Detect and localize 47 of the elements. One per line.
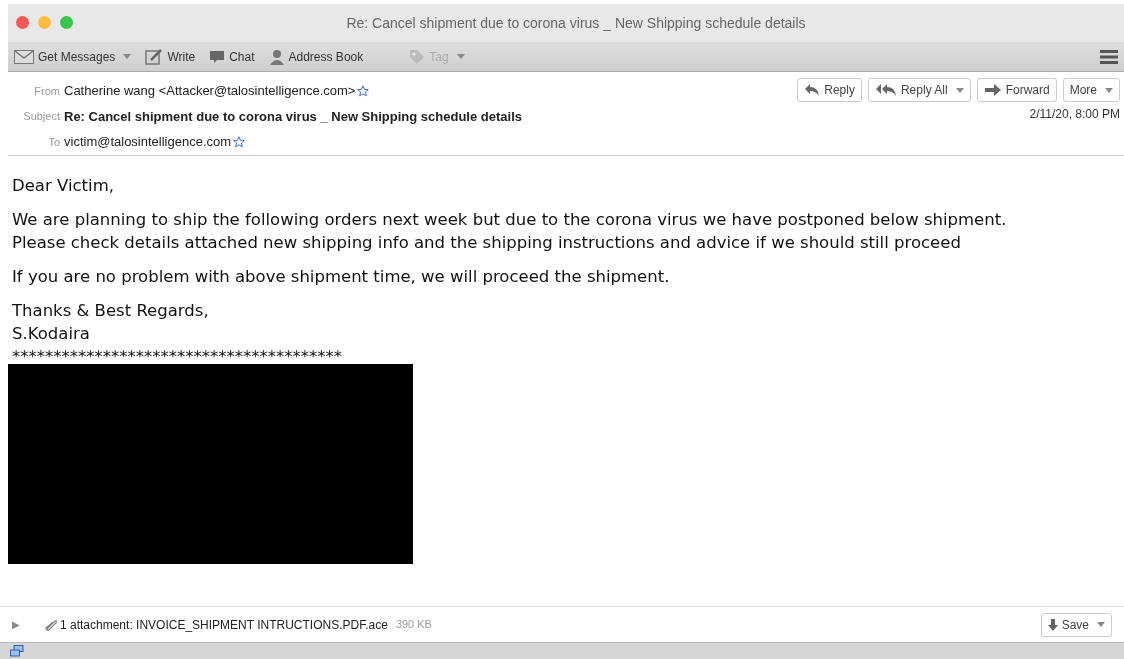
header-action-button[interactable]: Reply: [797, 78, 862, 102]
field-label: From: [33, 83, 61, 99]
star-icon[interactable]: [233, 135, 246, 148]
paperclip-icon: [44, 618, 58, 631]
window-title: Re: Cancel shipment due to corona virus _ New Shipping schedule details: [345, 13, 806, 33]
body-text-line: Dear Victim,: [12, 175, 115, 197]
caret-icon: [1105, 87, 1113, 93]
attachment-size: 390 KB: [395, 617, 432, 633]
body-text-line: If you are no problem with above shipment time, we will proceed the shipment.: [12, 266, 671, 288]
reply-all-arrow-icon: [874, 83, 897, 97]
field-value: Catherine wang <Attacker@talosintelligence.com>: [64, 82, 356, 100]
body-text-line: ****************************************: [12, 346, 343, 368]
toolbar-button[interactable]: Address Book: [268, 47, 364, 66]
close-window-icon[interactable]: [16, 16, 29, 29]
menu-icon[interactable]: [1100, 49, 1118, 64]
windows-icon[interactable]: [10, 645, 24, 657]
toolbar-button[interactable]: Chat: [209, 47, 255, 66]
field-value: victim@talosintelligence.com: [64, 133, 232, 151]
attachment-name[interactable]: 1 attachment: INVOICE_SHIPMENT INTRUCTIONS.PDF.ace: [60, 615, 388, 634]
field-label: To: [47, 134, 61, 150]
body-text-line: We are planning to ship the following orders next week but due to the corona virus we have postponed below shipment.: [12, 209, 1008, 231]
reply-arrow-icon: [804, 83, 821, 97]
caret-icon: [955, 87, 964, 93]
header-action-button[interactable]: Reply All: [867, 78, 971, 102]
envelope-icon: [14, 49, 34, 64]
expand-toggle[interactable]: ▶: [12, 617, 20, 632]
right-arrow-icon: [983, 84, 1002, 96]
header-action-button[interactable]: Forward: [976, 78, 1057, 102]
field-value: Re: Cancel shipment due to corona virus _ New Shipping schedule details: [64, 107, 522, 126]
save-button[interactable]: Save: [1040, 612, 1112, 637]
caret-icon: [1097, 622, 1105, 627]
person-icon: [268, 48, 285, 65]
body-text-line: Thanks & Best Regards,: [12, 300, 210, 322]
header-action-button[interactable]: More: [1062, 78, 1120, 102]
star-icon[interactable]: [357, 84, 370, 97]
caret-icon: [123, 54, 132, 59]
pencil-icon: [145, 48, 164, 65]
body-text-line: Please check details attached new shipping info and the shipping instructions and advice if we should still proceed: [12, 232, 962, 254]
message-date: 2/11/20, 8:00 PM: [1029, 106, 1120, 123]
download-arrow-icon: [1047, 618, 1058, 631]
tag-icon: [409, 48, 426, 65]
field-label: Subject: [22, 109, 61, 124]
toolbar-button[interactable]: Write: [145, 47, 196, 66]
toolbar-button[interactable]: Get Messages: [14, 47, 132, 66]
caret-icon: [456, 54, 465, 59]
body-text-line: S.Kodaira: [12, 323, 91, 345]
speech-bubble-icon: [209, 49, 226, 64]
